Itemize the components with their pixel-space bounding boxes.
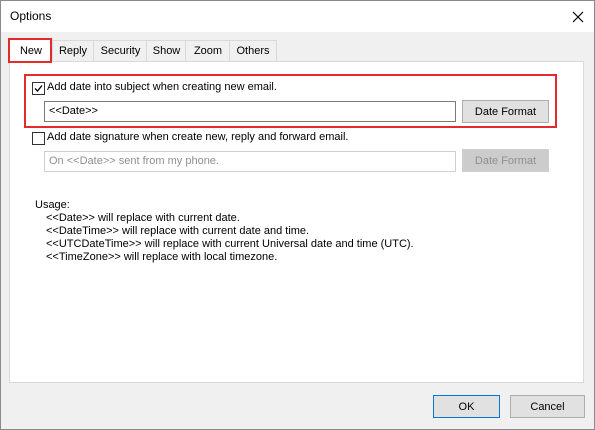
close-button[interactable] [564,5,592,29]
tab-zoom-label: Zoom [193,45,223,57]
close-icon [572,11,584,23]
signature-date-field: On <<Date>> sent from my phone. [44,151,456,172]
usage-line-utcdatetime: <<UTCDateTime>> will replace with curren… [46,238,414,250]
tab-show[interactable]: Show [146,40,187,61]
subject-date-label[interactable]: Add date into subject when creating new … [47,81,277,93]
dialog-title: Options [10,9,52,23]
tab-security[interactable]: Security [93,40,148,61]
tab-others[interactable]: Others [229,40,277,61]
subject-date-checkbox[interactable] [32,82,45,95]
usage-line-datetime: <<DateTime>> will replace with current d… [46,225,310,237]
signature-date-label[interactable]: Add date signature when create new, repl… [47,131,348,143]
tab-new[interactable]: New [9,38,53,62]
usage-line-date: <<Date>> will replace with current date. [46,212,240,224]
tab-zoom[interactable]: Zoom [185,40,231,61]
checkmark-icon [34,85,43,92]
usage-line-timezone: <<TimeZone>> will replace with local tim… [46,251,278,263]
tab-security-label: Security [100,45,141,57]
usage-notes: Usage: <<Date>> will replace with curren… [35,199,414,264]
tab-reply[interactable]: Reply [51,40,95,61]
tab-new-label: New [19,44,42,57]
signature-date-format-button: Date Format [462,149,549,172]
ok-button[interactable]: OK [433,395,500,418]
signature-date-checkbox[interactable] [32,132,45,145]
tab-show-label: Show [152,45,181,57]
subject-date-format-button[interactable]: Date Format [462,100,549,123]
subject-date-field[interactable]: <<Date>> [44,101,456,122]
tab-others-label: Others [236,45,270,57]
title-bar: Options [1,1,594,32]
cancel-button[interactable]: Cancel [510,395,585,418]
usage-heading: Usage: [35,199,70,211]
tab-reply-label: Reply [58,45,88,57]
